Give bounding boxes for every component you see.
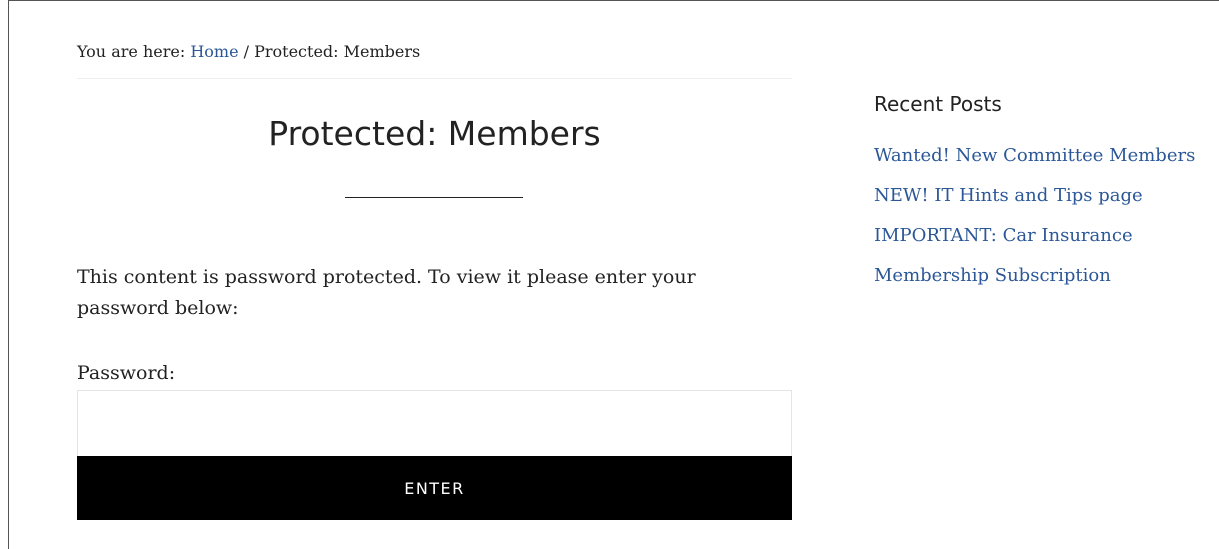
password-notice: This content is password protected. To v… <box>77 266 696 319</box>
enter-button[interactable]: ENTER <box>77 456 792 520</box>
recent-post-link[interactable]: NEW! IT Hints and Tips page <box>874 185 1143 206</box>
recent-post-link[interactable]: Wanted! New Committee Members <box>874 145 1195 166</box>
recent-post-link[interactable]: IMPORTANT: Car Insurance <box>874 225 1133 246</box>
breadcrumb-separator: / <box>238 42 255 61</box>
breadcrumb: You are here: Home / Protected: Members <box>77 41 792 79</box>
title-divider <box>345 197 523 198</box>
list-item: Membership Subscription <box>874 260 1219 300</box>
list-item: IMPORTANT: Car Insurance <box>874 220 1219 260</box>
list-item: NEW! IT Hints and Tips page <box>874 180 1219 220</box>
list-item: Wanted! New Committee Members <box>874 140 1219 180</box>
recent-posts-title: Recent Posts <box>874 92 1002 116</box>
recent-posts-list: Wanted! New Committee Members NEW! IT Hi… <box>874 140 1219 300</box>
breadcrumb-home-link[interactable]: Home <box>190 42 238 61</box>
password-label: Password: <box>77 362 176 384</box>
breadcrumb-current: Protected: Members <box>254 42 421 61</box>
recent-post-link[interactable]: Membership Subscription <box>874 265 1111 286</box>
breadcrumb-prefix: You are here: <box>77 42 191 61</box>
page-title: Protected: Members <box>268 114 601 153</box>
password-input[interactable] <box>77 390 792 456</box>
